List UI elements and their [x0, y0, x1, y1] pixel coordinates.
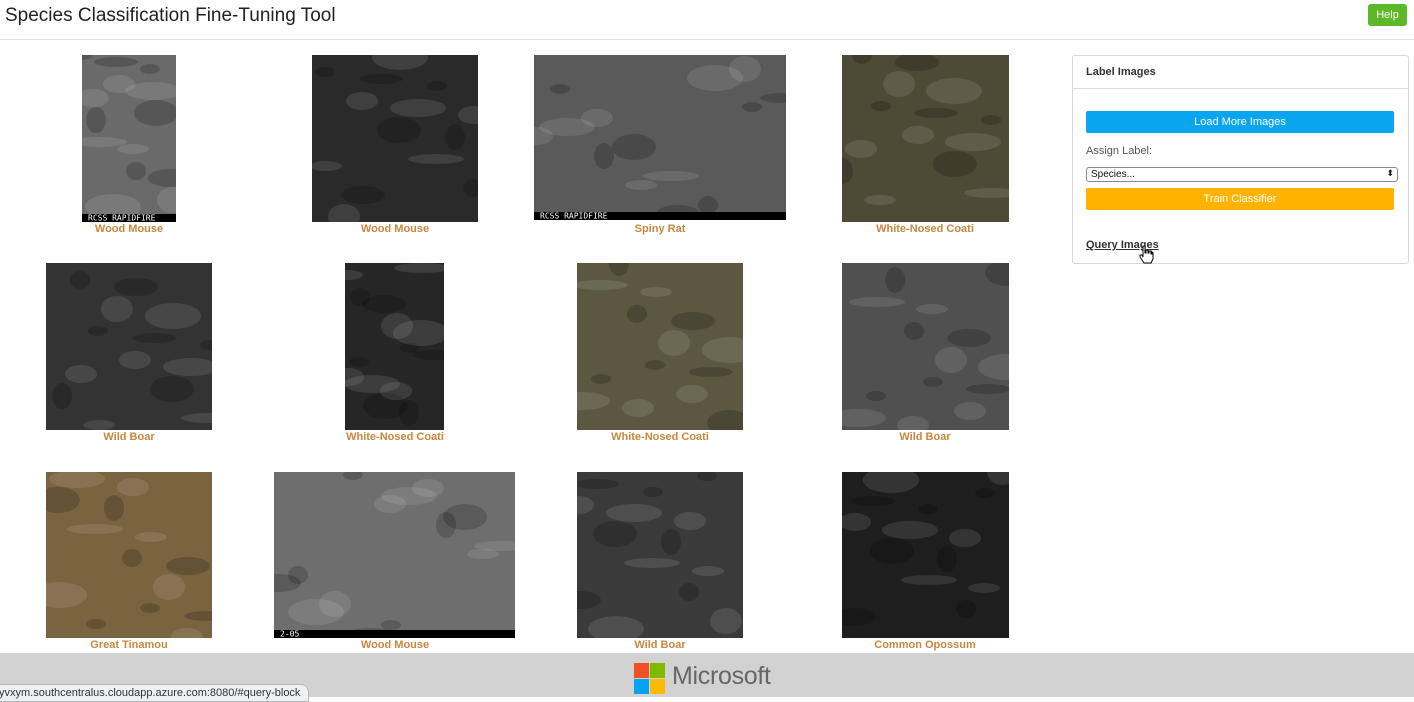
image-label: Spiny Rat [634, 223, 686, 235]
camera-trap-image[interactable] [842, 263, 1009, 430]
microsoft-logo-icon [634, 663, 665, 694]
help-button[interactable]: Help [1368, 4, 1407, 26]
label-images-panel: Label Images Load More Images Assign Lab… [1072, 55, 1409, 264]
panel-title: Label Images [1073, 56, 1408, 89]
image-label: White-Nosed Coati [346, 431, 444, 443]
load-more-images-button[interactable]: Load More Images [1086, 111, 1394, 133]
camera-trap-image[interactable] [312, 55, 478, 222]
image-overlay-text: RCSS RAPIDFIRE [540, 212, 608, 221]
species-select[interactable]: Species... ⬍ [1086, 167, 1398, 182]
train-classifier-button[interactable]: Train Classifier [1086, 188, 1394, 210]
image-label: Wild Boar [634, 639, 686, 651]
species-select-value: Species... [1091, 169, 1135, 180]
status-bar-url: yvxym.southcentralus.cloudapp.azure.com:… [0, 684, 310, 702]
camera-trap-image[interactable] [842, 472, 1009, 638]
image-label: Wood Mouse [360, 223, 430, 235]
camera-trap-image[interactable] [345, 263, 444, 430]
microsoft-brand-text: Microsoft [672, 662, 771, 690]
camera-trap-image[interactable] [577, 472, 743, 638]
image-label: Wood Mouse [94, 223, 164, 235]
camera-trap-image[interactable] [46, 263, 212, 430]
hand-cursor-icon [1139, 245, 1154, 264]
image-label: Wild Boar [899, 431, 951, 443]
select-arrows-icon: ⬍ [1386, 168, 1394, 178]
top-bar: Species Classification Fine-Tuning Tool … [0, 0, 1414, 40]
camera-trap-image[interactable] [842, 55, 1009, 222]
image-overlay-text: RCSS RAPIDFIRE [88, 214, 156, 223]
image-label: Common Opossum [874, 639, 976, 651]
camera-trap-image[interactable]: RCSS RAPIDFIRE [534, 55, 786, 220]
camera-trap-image[interactable]: 2-05 [274, 472, 515, 638]
camera-trap-image[interactable] [46, 472, 212, 638]
image-label: Great Tinamou [90, 639, 168, 651]
image-label: Wild Boar [103, 431, 155, 443]
camera-trap-image[interactable]: RCSS RAPIDFIRE [82, 55, 176, 222]
image-label: Wood Mouse [360, 639, 430, 651]
app-title: Species Classification Fine-Tuning Tool [5, 5, 336, 26]
image-label: White-Nosed Coati [876, 223, 974, 235]
assign-label-text: Assign Label: [1086, 145, 1153, 157]
image-overlay-text: 2-05 [280, 630, 299, 639]
image-label: White-Nosed Coati [611, 431, 709, 443]
camera-trap-image[interactable] [577, 263, 743, 430]
